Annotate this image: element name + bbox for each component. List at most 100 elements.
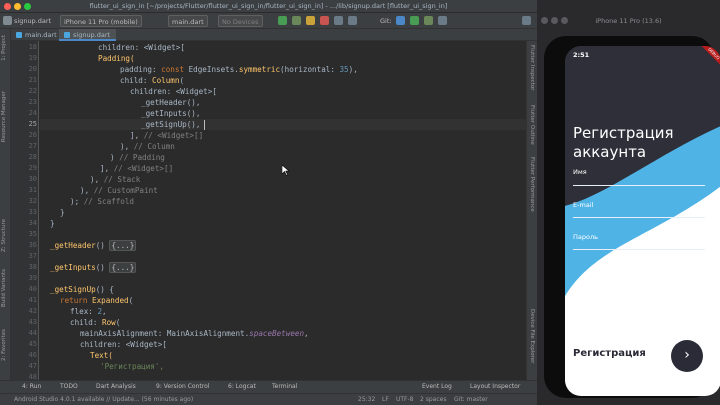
tool-project[interactable]: 1: Project xyxy=(1,35,7,61)
run-icon[interactable] xyxy=(278,16,287,25)
password-field[interactable] xyxy=(573,249,705,250)
tool-terminal[interactable]: Terminal xyxy=(272,383,297,390)
line-number: 37 xyxy=(28,252,37,260)
tab-signup-dart[interactable]: signup.dart xyxy=(59,29,117,41)
code-line: _getHeader() {...} xyxy=(50,240,137,251)
hot-reload-icon[interactable] xyxy=(306,16,315,25)
name-field[interactable] xyxy=(573,185,705,186)
devices-selector[interactable]: No Devices xyxy=(218,15,263,27)
code-line: 'Регистрация', xyxy=(100,362,165,371)
line-number: 25 xyxy=(28,120,37,128)
code-line: ) // Padding xyxy=(110,153,165,162)
tab-main-dart[interactable]: main.dart xyxy=(11,29,63,41)
git-branch[interactable]: Git: master xyxy=(454,396,488,403)
name-field-label: Имя xyxy=(573,168,587,176)
breadcrumb-file[interactable]: signup.dart xyxy=(14,15,51,27)
line-number: 27 xyxy=(28,142,37,150)
tool-run[interactable]: 4: Run xyxy=(22,383,41,390)
dart-file-icon xyxy=(64,32,70,38)
code-line: child: Column( xyxy=(120,76,185,85)
line-number: 26 xyxy=(28,131,37,139)
git-commit-icon[interactable] xyxy=(410,16,419,25)
tool-flutter-outline[interactable]: Flutter Outline xyxy=(529,105,535,145)
line-number: 31 xyxy=(28,186,37,194)
tool-logcat[interactable]: 6: Logcat xyxy=(228,383,256,390)
tool-version-control[interactable]: 9: Version Control xyxy=(156,383,209,390)
git-push-icon[interactable] xyxy=(424,16,433,25)
dart-file-icon xyxy=(16,32,22,38)
line-number-gutter: 18 19 20 21 22 23 24 25 26 27 28 29 30 31 32 33 34 35 36 37… xyxy=(11,41,39,381)
current-code-line: _getSignUp(), xyxy=(40,119,526,130)
code-line: Padding( xyxy=(98,54,135,63)
mouse-cursor-icon xyxy=(282,165,290,176)
code-line: children: <Widget>[ xyxy=(98,43,185,52)
tool-todo[interactable]: TODO xyxy=(60,383,78,390)
run-config-selector[interactable]: main.dart xyxy=(168,15,208,27)
code-line: mainAxisAlignment: MainAxisAlignment.spa… xyxy=(80,329,309,338)
line-number: 19 xyxy=(28,54,37,62)
chevron-right-icon: › xyxy=(684,347,690,363)
tool-layout-inspector[interactable]: Layout Inspector xyxy=(470,383,520,390)
stop-icon[interactable] xyxy=(320,16,329,25)
signup-next-button[interactable]: › xyxy=(671,340,703,372)
cursor-position[interactable]: 25:32 xyxy=(358,396,375,403)
tab-label: signup.dart xyxy=(73,31,111,39)
line-separator[interactable]: LF xyxy=(382,396,389,403)
status-bar-time: 2:51 xyxy=(573,51,590,59)
code-line: ), // CustomPaint xyxy=(80,186,158,195)
folded-code[interactable]: {...} xyxy=(109,240,137,251)
indent-setting[interactable]: 2 spaces xyxy=(420,396,446,403)
simulator-title: iPhone 11 Pro (13.6) xyxy=(595,17,662,25)
line-number: 28 xyxy=(28,153,37,161)
tool-dart-analysis[interactable]: Dart Analysis xyxy=(96,383,136,390)
tool-resource-manager[interactable]: Resource Manager xyxy=(1,91,7,142)
code-line: ), // Column xyxy=(120,142,175,151)
line-number: 41 xyxy=(28,296,37,304)
email-field[interactable] xyxy=(573,217,705,218)
code-editor[interactable]: children: <Widget>[ Padding( padding: co… xyxy=(40,41,526,380)
line-number: 43 xyxy=(28,318,37,326)
line-number: 36 xyxy=(28,241,37,249)
search-icon[interactable] xyxy=(522,16,531,25)
tool-structure[interactable]: Z: Structure xyxy=(1,219,7,252)
line-number: 33 xyxy=(28,208,37,216)
line-number: 40 xyxy=(28,285,37,293)
code-line: children: <Widget>[ xyxy=(130,87,217,96)
window-title: flutter_ui_sign_in [~/projects/Flutter/f… xyxy=(89,2,448,10)
tool-flutter-performance[interactable]: Flutter Performance xyxy=(529,157,535,212)
line-number: 21 xyxy=(28,76,37,84)
bottom-tool-bar: 4: Run TODO Dart Analysis 9: Version Con… xyxy=(0,380,537,393)
git-update-icon[interactable] xyxy=(396,16,405,25)
tool-device-file-explorer[interactable]: Device File Explorer xyxy=(529,309,535,363)
line-number: 35 xyxy=(28,230,37,238)
tool-favorites[interactable]: 2: Favorites xyxy=(1,329,7,361)
line-number: 29 xyxy=(28,164,37,172)
line-number: 18 xyxy=(28,43,37,51)
file-encoding[interactable]: UTF-8 xyxy=(396,396,414,403)
status-message[interactable]: Android Studio 4.0.1 available // Update… xyxy=(14,396,193,403)
history-icon[interactable] xyxy=(438,16,447,25)
code-line: _getInputs(), xyxy=(141,109,201,118)
email-field-label: E-mail xyxy=(573,201,594,209)
debug-icon[interactable] xyxy=(292,16,301,25)
line-number: 46 xyxy=(28,351,37,359)
code-line: ); // Scaffold xyxy=(70,197,135,206)
line-number: 42 xyxy=(28,307,37,315)
code-line: child: Row( xyxy=(70,318,121,327)
code-line: } xyxy=(50,219,55,228)
line-number: 34 xyxy=(28,219,37,227)
code-line: children: <Widget>[ xyxy=(80,340,167,349)
code-line: ], // <Widget>[] xyxy=(100,164,174,173)
sdk-manager-icon[interactable] xyxy=(348,16,357,25)
password-field-label: Пароль xyxy=(573,233,598,241)
app-screen[interactable]: 2:51 DEBUG Регистрация аккаунта Имя E-ma… xyxy=(565,46,720,396)
line-number: 30 xyxy=(28,175,37,183)
sync-icon[interactable] xyxy=(334,16,343,25)
tool-event-log[interactable]: Event Log xyxy=(422,383,452,390)
folded-code[interactable]: {...} xyxy=(109,262,137,273)
left-tool-strip: 1: Project Resource Manager Z: Structure… xyxy=(0,29,11,380)
tool-flutter-inspector[interactable]: Flutter Inspector xyxy=(529,45,535,91)
code-line: padding: const EdgeInsets.symmetric(hori… xyxy=(120,65,358,74)
device-selector[interactable]: iPhone 11 Pro (mobile) xyxy=(60,15,142,27)
tool-build-variants[interactable]: Build Variants xyxy=(1,269,7,307)
